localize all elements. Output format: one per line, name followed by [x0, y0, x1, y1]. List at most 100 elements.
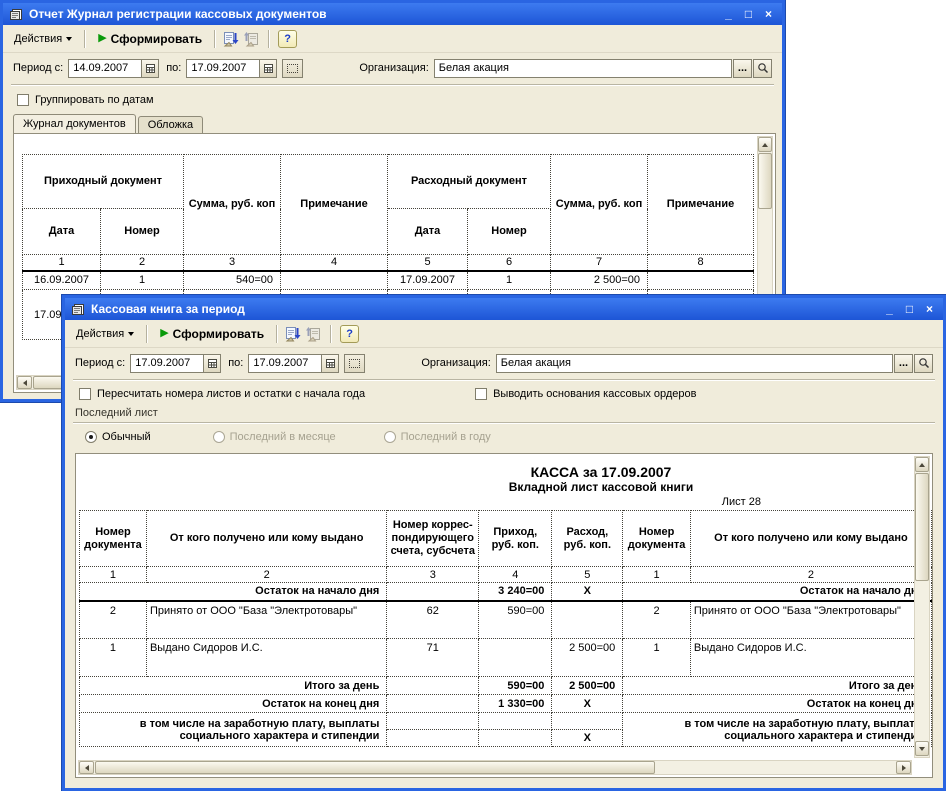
toolbar-separator: [146, 324, 149, 343]
actions-menu-button[interactable]: Действия: [70, 326, 140, 342]
col-number: 5: [387, 254, 468, 272]
scroll-up-button[interactable]: [915, 457, 929, 472]
scroll-down-button[interactable]: [915, 741, 929, 756]
scroll-right-button[interactable]: [896, 761, 911, 774]
recalc-sheets-checkbox[interactable]: [79, 388, 91, 400]
window-title: Кассовая книга за период: [91, 302, 245, 316]
total-expense: 2 500=00: [551, 676, 624, 695]
period-to-input[interactable]: 17.09.2007: [186, 58, 261, 78]
scroll-left-button[interactable]: [17, 376, 32, 389]
help-button[interactable]: ?: [340, 324, 360, 343]
toolbar-separator: [268, 29, 271, 48]
scroll-left-button[interactable]: [79, 761, 94, 774]
organization-open-button[interactable]: [914, 353, 933, 373]
period-picker-button[interactable]: [344, 353, 366, 373]
col-number: 3: [386, 566, 480, 583]
radio-last-in-month[interactable]: [212, 431, 225, 443]
generate-button[interactable]: ▶ Сформировать: [154, 325, 270, 343]
toolbar-separator: [330, 324, 333, 343]
report-document-icon: [72, 303, 84, 315]
period-picker-button[interactable]: [282, 58, 304, 78]
total-label-right: Итого за день: [622, 676, 932, 695]
group-by-dates-checkbox[interactable]: [17, 94, 29, 106]
save-settings-button[interactable]: [284, 325, 303, 343]
note-header: Примечание: [647, 154, 754, 255]
close-button[interactable]: ×: [922, 302, 937, 316]
close-button[interactable]: ×: [761, 7, 776, 21]
table-row: 2 Принято от ООО "База "Электротовары" 6…: [79, 600, 932, 639]
organization-choose-button[interactable]: ...: [733, 58, 752, 78]
cashbook-titlebar[interactable]: Кассовая книга за период _ □ ×: [65, 298, 943, 320]
scroll-up-icon: [919, 460, 925, 467]
save-settings-button[interactable]: [222, 30, 241, 48]
date-header: Дата: [22, 208, 101, 255]
col-number: 4: [280, 254, 388, 272]
col-number: 7: [550, 254, 648, 272]
scrollbar-thumb[interactable]: [915, 473, 929, 581]
radio-normal[interactable]: [85, 431, 97, 443]
minimize-button[interactable]: _: [721, 7, 736, 21]
doc-number-header: Номер документа: [79, 510, 147, 567]
restore-settings-button[interactable]: [243, 30, 262, 48]
period-from-calendar-button[interactable]: [204, 353, 222, 373]
generate-button[interactable]: ▶ Сформировать: [92, 30, 208, 48]
cell-income: 590=00: [478, 600, 553, 639]
horizontal-scrollbar[interactable]: [78, 760, 912, 775]
cell-expense: 2 500=00: [551, 638, 624, 677]
scroll-left-icon: [82, 764, 89, 771]
scrollbar-thumb[interactable]: [758, 153, 772, 209]
number-header: Номер: [467, 208, 551, 255]
organization-input[interactable]: Белая акация: [495, 353, 893, 373]
closing-balance-label-right: Остаток на конец дня: [622, 694, 932, 713]
vertical-scrollbar[interactable]: [914, 456, 930, 758]
note-header: Примечание: [280, 154, 388, 255]
cell-income-number: 1: [100, 270, 184, 290]
group-by-dates-label: Группировать по датам: [35, 94, 154, 106]
sum-header: Сумма, руб. коп: [183, 154, 281, 255]
income-header: Приход, руб. коп.: [478, 510, 553, 567]
minimize-button[interactable]: _: [882, 302, 897, 316]
period-from-calendar-button[interactable]: [142, 58, 160, 78]
cell-from-whom: Выдано Сидоров И.С.: [689, 638, 932, 677]
radio-normal-label: Обычный: [102, 431, 151, 443]
help-button[interactable]: ?: [278, 29, 298, 48]
col-number: 4: [478, 566, 553, 583]
report-subtitle: Вкладной лист кассовой книги: [508, 480, 694, 494]
period-to-input[interactable]: 17.09.2007: [248, 353, 323, 373]
tab-journal-documents[interactable]: Журнал документов: [13, 114, 136, 133]
organization-choose-button[interactable]: ...: [894, 353, 913, 373]
scroll-up-button[interactable]: [758, 137, 772, 152]
organization-group: Организация: Белая акация ...: [359, 58, 772, 78]
play-icon: ▶: [98, 32, 107, 44]
period-picker-icon: [287, 63, 299, 73]
radio-last-in-year[interactable]: [383, 431, 396, 443]
maximize-button[interactable]: □: [902, 302, 917, 316]
table-row: 16.09.2007 1 540=00 17.09.2007 1 2 500=0…: [22, 270, 754, 290]
tab-cover[interactable]: Обложка: [137, 116, 204, 133]
organization-input[interactable]: Белая акация: [433, 58, 732, 78]
journal-tabs: Журнал документов Обложка: [3, 113, 782, 133]
journal-titlebar[interactable]: Отчет Журнал регистрации кассовых докуме…: [3, 3, 782, 25]
from-whom-header: От кого получено или кому выдано: [689, 510, 932, 567]
period-from-input[interactable]: 14.09.2007: [68, 58, 143, 78]
radio-last-in-year-label: Последний в году: [400, 431, 491, 443]
cell-doc-number: 1: [79, 638, 147, 677]
period-from-input[interactable]: 17.09.2007: [130, 353, 205, 373]
cell-corr-account: 71: [386, 638, 480, 677]
col-number: 1: [622, 566, 691, 583]
restore-settings-button[interactable]: [305, 325, 324, 343]
scrollbar-thumb[interactable]: [95, 761, 655, 774]
recalc-sheets-label: Пересчитать номера листов и остатки с на…: [97, 388, 366, 400]
show-basis-checkbox[interactable]: [475, 388, 488, 400]
period-to-calendar-button[interactable]: [260, 58, 278, 78]
organization-label: Организация:: [421, 357, 491, 369]
closing-balance-label: Остаток на конец дня: [78, 694, 388, 713]
cell-doc-number: 1: [622, 638, 691, 677]
col-number: 2: [689, 566, 932, 583]
period-to-calendar-button[interactable]: [322, 353, 340, 373]
separator: [73, 422, 935, 424]
maximize-button[interactable]: □: [741, 7, 756, 21]
organization-open-button[interactable]: [753, 58, 772, 78]
cell-corr-account: 62: [386, 600, 480, 639]
actions-menu-button[interactable]: Действия: [8, 31, 78, 47]
